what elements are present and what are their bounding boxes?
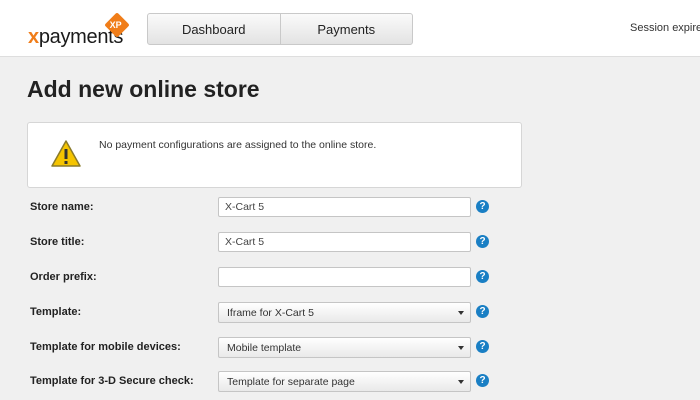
help-icon[interactable]: ? <box>476 305 489 318</box>
warning-box: No payment configurations are assigned t… <box>27 122 522 188</box>
row-store-title: Store title: ? <box>30 232 500 254</box>
template-mobile-select-value: Mobile template <box>227 342 302 354</box>
store-title-label: Store title: <box>30 236 85 248</box>
store-title-input[interactable] <box>218 232 471 252</box>
warning-icon <box>51 140 81 167</box>
help-icon[interactable]: ? <box>476 270 489 283</box>
template-mobile-label: Template for mobile devices: <box>30 341 181 353</box>
help-icon[interactable]: ? <box>476 340 489 353</box>
row-template: Template: Iframe for X-Cart 5 ? <box>30 302 500 324</box>
template-3ds-select-value: Template for separate page <box>227 376 355 388</box>
xpayments-logo[interactable]: xpayments XP <box>28 12 130 52</box>
template-3ds-select[interactable]: Template for separate page <box>218 371 471 392</box>
chevron-down-icon <box>458 311 464 315</box>
top-header: xpayments XP Dashboard Payments Session … <box>0 0 700 57</box>
template-mobile-select[interactable]: Mobile template <box>218 337 471 358</box>
row-store-name: Store name: ? <box>30 197 500 219</box>
main-nav: Dashboard Payments <box>147 13 413 45</box>
row-order-prefix: Order prefix: ? <box>30 267 500 289</box>
chevron-down-icon <box>458 380 464 384</box>
chevron-down-icon <box>458 346 464 350</box>
template-label: Template: <box>30 306 82 318</box>
warning-message: No payment configurations are assigned t… <box>99 139 377 151</box>
nav-payments[interactable]: Payments <box>279 14 413 44</box>
order-prefix-input[interactable] <box>218 267 471 287</box>
row-template-mobile: Template for mobile devices: Mobile temp… <box>30 337 500 359</box>
store-name-label: Store name: <box>30 201 94 213</box>
help-icon[interactable]: ? <box>476 235 489 248</box>
nav-dashboard[interactable]: Dashboard <box>148 14 280 44</box>
template-select[interactable]: Iframe for X-Cart 5 <box>218 302 471 323</box>
page-title: Add new online store <box>27 76 260 102</box>
template-3ds-label: Template for 3-D Secure check: <box>30 375 194 387</box>
session-expires-text: Session expires <box>630 22 700 34</box>
help-icon[interactable]: ? <box>476 200 489 213</box>
store-name-input[interactable] <box>218 197 471 217</box>
row-template-3ds: Template for 3-D Secure check: Template … <box>30 371 500 393</box>
order-prefix-label: Order prefix: <box>30 271 97 283</box>
help-icon[interactable]: ? <box>476 374 489 387</box>
template-select-value: Iframe for X-Cart 5 <box>227 307 314 319</box>
